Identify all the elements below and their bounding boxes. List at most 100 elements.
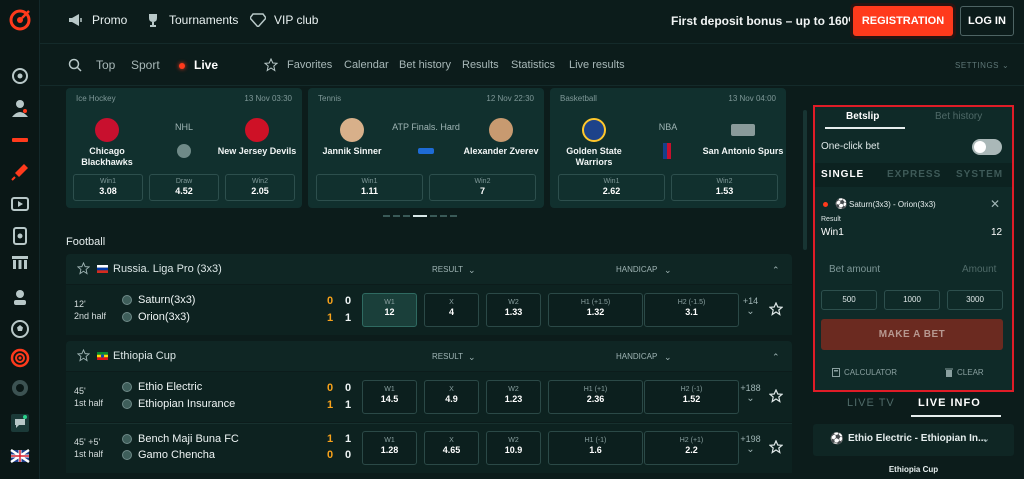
more-markets-button[interactable]: +14 ⌄ (738, 296, 763, 317)
tab-bet-history[interactable]: Bet history (399, 59, 451, 71)
tv-icon[interactable] (9, 193, 31, 215)
one-click-toggle[interactable] (972, 139, 1002, 155)
odds-button[interactable]: W2 1.23 (486, 380, 541, 414)
chevron-down-icon[interactable]: ⌄ (664, 352, 672, 363)
chevron-up-icon[interactable]: ⌃ (772, 265, 780, 276)
quick-amount-button[interactable]: 500 (821, 290, 877, 310)
card-icon[interactable] (9, 225, 31, 247)
league-header[interactable]: Ethiopia Cup RESULT ⌄ HANDICAP ⌄ ⌃ (66, 341, 792, 371)
odds-button[interactable]: Win1 1.11 (316, 174, 423, 201)
scrollbar[interactable] (803, 110, 807, 250)
tab-sport[interactable]: Sport (131, 58, 160, 72)
chevron-down-icon[interactable]: ⌄ (468, 265, 476, 276)
star-icon[interactable] (769, 302, 783, 316)
esports-icon[interactable] (9, 286, 31, 308)
quick-amount-button[interactable]: 3000 (947, 290, 1003, 310)
carousel-pagination[interactable] (383, 215, 457, 217)
odds-button-selected[interactable]: W1 12 (362, 293, 417, 327)
league-header[interactable]: Russia. Liga Pro (3x3) RESULT ⌄ HANDICAP… (66, 254, 792, 284)
tab-bet-history[interactable]: Bet history (935, 111, 982, 122)
carousel-dot[interactable] (450, 215, 457, 217)
football-icon[interactable] (9, 318, 31, 340)
bonus-text[interactable]: First deposit bonus – up to 160% (671, 14, 859, 28)
tab-live-info[interactable]: LIVE INFO (918, 397, 981, 409)
odds-button[interactable]: X4 (424, 293, 479, 327)
match-row[interactable]: 45' +5' 1st half Bench Maji Buna FC Gamo … (66, 423, 792, 473)
carousel-dot[interactable] (383, 215, 390, 217)
chat-icon[interactable] (9, 412, 31, 434)
odds-button[interactable]: H2 (+1) 2.2 (644, 431, 739, 465)
language-flag-icon[interactable] (9, 445, 31, 467)
star-icon[interactable] (769, 389, 783, 403)
star-icon[interactable] (769, 440, 783, 454)
tab-calendar[interactable]: Calendar (344, 59, 389, 71)
casino-icon[interactable] (9, 252, 31, 274)
tournaments-link[interactable]: Tournaments (145, 13, 238, 27)
odds-button[interactable]: H2 (-1) 1.52 (644, 380, 739, 414)
tab-express[interactable]: EXPRESS (887, 169, 941, 180)
carousel-dot[interactable] (440, 215, 447, 217)
tab-single[interactable]: SINGLE (821, 169, 864, 180)
clear-button[interactable]: CLEAR (945, 368, 984, 377)
close-icon[interactable]: ✕ (990, 197, 1000, 211)
carousel-dot[interactable] (403, 215, 410, 217)
star-icon[interactable] (77, 349, 90, 362)
tab-betslip[interactable]: Betslip (846, 111, 879, 122)
odds-button[interactable]: Win2 1.53 (671, 174, 778, 201)
odds-button[interactable]: Win2 7 (429, 174, 536, 201)
odds-button[interactable]: X 4.65 (424, 431, 479, 465)
odds-button[interactable]: W1 14.5 (362, 380, 417, 414)
odds-button[interactable]: H1 (+1.5) 1.32 (548, 293, 643, 327)
chevron-down-icon[interactable]: ⌄ (1002, 61, 1009, 70)
carousel-dot[interactable] (430, 215, 437, 217)
promo-link[interactable]: Promo (68, 13, 127, 27)
odds-button[interactable]: Win1 3.08 (73, 174, 143, 201)
tab-live[interactable]: Live (194, 58, 218, 72)
chevron-down-icon[interactable]: ⌄ (664, 265, 672, 276)
live-info-match-selector[interactable]: ⚽ Ethio Electric - Ethiopian In... ⌄ (813, 424, 1014, 456)
spinner-icon[interactable] (9, 377, 31, 399)
odds-button[interactable]: W2 1.33 (486, 293, 541, 327)
carousel-dot-active[interactable] (413, 215, 427, 217)
tab-results[interactable]: Results (462, 59, 499, 71)
match-row[interactable]: 45' 1st half Ethio Electric Ethiopian Ins… (66, 372, 792, 422)
carousel-dot[interactable] (393, 215, 400, 217)
make-bet-button[interactable]: MAKE A BET (821, 319, 1003, 350)
settings-sport-icon[interactable] (9, 65, 31, 87)
chevron-down-icon[interactable]: ⌄ (468, 352, 476, 363)
target-icon[interactable] (9, 347, 31, 369)
tab-statistics[interactable]: Statistics (511, 59, 555, 71)
rocket-icon[interactable] (9, 161, 31, 183)
search-icon[interactable] (68, 58, 82, 72)
odds-button[interactable]: Draw 4.52 (149, 174, 219, 201)
odds-button[interactable]: W2 10.9 (486, 431, 541, 465)
odds-button[interactable]: H1 (-1) 1.6 (548, 431, 643, 465)
star-icon[interactable] (77, 262, 90, 275)
odds-button[interactable]: X 4.9 (424, 380, 479, 414)
tab-system[interactable]: SYSTEM (956, 169, 1003, 180)
tab-favorites[interactable]: Favorites (287, 59, 332, 71)
odds-button[interactable]: Win1 2.62 (558, 174, 665, 201)
calculator-button[interactable]: CALCULATOR (832, 368, 897, 377)
user-icon[interactable] (9, 97, 31, 119)
settings-dropdown[interactable]: SETTINGS (955, 61, 999, 70)
vip-link[interactable]: VIP club (250, 13, 318, 27)
login-button[interactable]: LOG IN (960, 6, 1014, 36)
odds-button[interactable]: Win2 2.05 (225, 174, 295, 201)
tab-top[interactable]: Top (96, 58, 115, 72)
more-markets-button[interactable]: +198 ⌄ (738, 434, 763, 455)
quick-amount-button[interactable]: 1000 (884, 290, 940, 310)
odds-button[interactable]: H2 (-1.5) 3.1 (644, 293, 739, 327)
tab-live-results[interactable]: Live results (569, 59, 625, 71)
more-markets-button[interactable]: +188 ⌄ (738, 383, 763, 404)
tab-live-tv[interactable]: LIVE TV (847, 397, 895, 409)
bet-amount-input[interactable]: Bet amount Amount (821, 257, 1006, 281)
hot-icon[interactable] (9, 129, 31, 151)
odds-button[interactable]: W1 1.28 (362, 431, 417, 465)
odds-button[interactable]: H1 (+1) 2.36 (548, 380, 643, 414)
star-icon[interactable] (264, 58, 278, 72)
match-row[interactable]: 12' 2nd half Saturn(3x3) Orion(3x3) 0 0 1… (66, 285, 792, 335)
brand-logo[interactable] (8, 8, 32, 32)
registration-button[interactable]: REGISTRATION (853, 6, 953, 36)
chevron-up-icon[interactable]: ⌃ (772, 352, 780, 363)
